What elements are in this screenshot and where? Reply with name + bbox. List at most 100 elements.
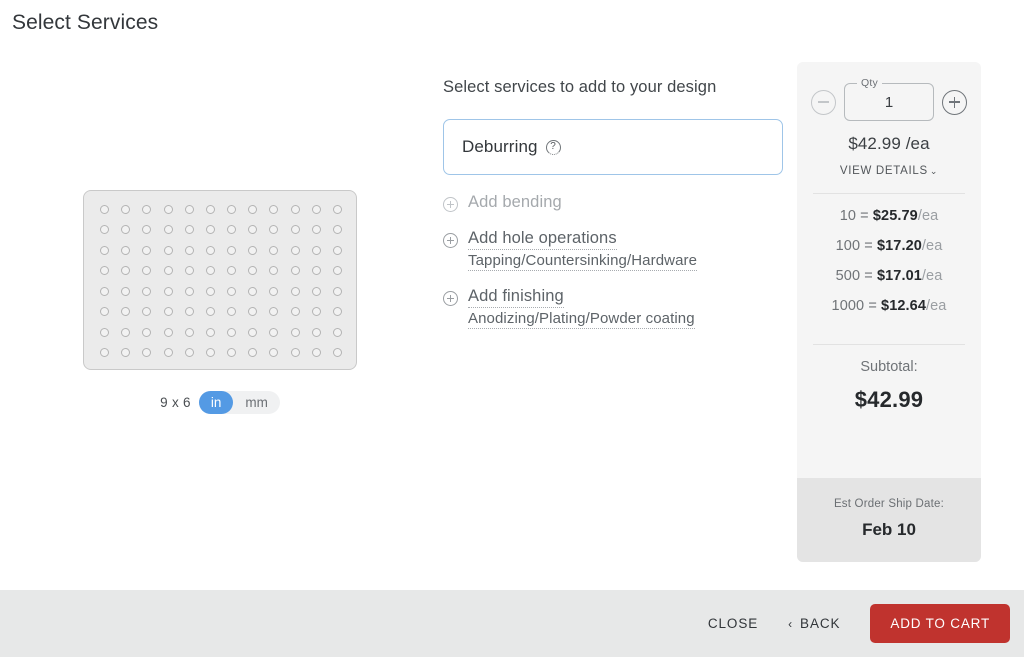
hole [142, 287, 151, 296]
hole [248, 287, 257, 296]
tier-amount: $17.20 [877, 238, 922, 254]
close-button[interactable]: CLOSE [708, 616, 758, 631]
help-circle-icon[interactable]: ? [546, 140, 561, 155]
dimensions-row: 9 x 6 in mm [0, 391, 440, 414]
quantity-field[interactable]: Qty 1 [844, 83, 934, 121]
hole [291, 225, 300, 234]
tier-quantity: 1000 [832, 298, 865, 314]
hole [312, 307, 321, 316]
hole [164, 307, 173, 316]
hole [142, 205, 151, 214]
tier-equals: = [860, 268, 877, 284]
hole [248, 205, 257, 214]
hole [291, 307, 300, 316]
hole [206, 287, 215, 296]
hole [121, 328, 130, 337]
plus-circle-icon [443, 291, 458, 306]
hole [185, 307, 194, 316]
plus-circle-icon [443, 233, 458, 248]
hole [121, 287, 130, 296]
hole [269, 287, 278, 296]
hole [312, 205, 321, 214]
price-tier-row: 10 = $25.79/ea [813, 208, 965, 224]
services-heading: Select services to add to your design [443, 78, 783, 97]
dimensions-label: 9 x 6 [160, 395, 191, 410]
hole [312, 246, 321, 255]
hole [100, 307, 109, 316]
hole [227, 287, 236, 296]
hole [333, 205, 342, 214]
add-service-texts: Add bending [468, 193, 562, 213]
tier-amount: $17.01 [877, 268, 922, 284]
hole [248, 348, 257, 357]
page-title: Select Services [12, 11, 158, 35]
hole [142, 348, 151, 357]
hole [227, 246, 236, 255]
tier-quantity: 500 [836, 268, 861, 284]
tier-amount: $25.79 [873, 208, 918, 224]
add-to-cart-button[interactable]: ADD TO CART [870, 604, 1010, 643]
tier-amount: $12.64 [881, 298, 926, 314]
add-service-finishing[interactable]: Add finishing Anodizing/Plating/Powder c… [443, 287, 783, 329]
selected-service-label: Deburring [462, 137, 538, 157]
quantity-input[interactable]: 1 [845, 84, 933, 120]
hole [333, 307, 342, 316]
ship-date-value: Feb 10 [807, 520, 971, 540]
subtotal-label: Subtotal: [797, 359, 981, 375]
hole [227, 225, 236, 234]
hole [121, 205, 130, 214]
hole [142, 328, 151, 337]
back-button[interactable]: ‹ BACK [788, 616, 840, 631]
select-services-page: Select Services 9 x 6 in mm Select servi… [0, 0, 1024, 657]
hole-grid [84, 191, 356, 369]
tier-equals: = [856, 208, 873, 224]
hole [291, 348, 300, 357]
hole [206, 348, 215, 357]
hole [206, 307, 215, 316]
hole [121, 307, 130, 316]
hole [142, 246, 151, 255]
add-service-bending[interactable]: Add bending [443, 193, 783, 213]
hole [164, 266, 173, 275]
tier-unit: /ea [918, 208, 938, 224]
hole [185, 225, 194, 234]
minus-circle-icon[interactable] [811, 90, 836, 115]
hole [333, 266, 342, 275]
hole [185, 246, 194, 255]
hole [206, 246, 215, 255]
price-tier-row: 100 = $17.20/ea [813, 238, 965, 254]
add-service-subtitle: Tapping/Countersinking/Hardware [468, 252, 697, 271]
hole [121, 225, 130, 234]
hole [312, 348, 321, 357]
hole [269, 266, 278, 275]
hole [227, 328, 236, 337]
hole [248, 246, 257, 255]
hole [312, 225, 321, 234]
part-preview: 9 x 6 in mm [0, 190, 440, 414]
hole [121, 348, 130, 357]
unit-option-in[interactable]: in [199, 391, 234, 414]
price-tier-list: 10 = $25.79/ea 100 = $17.20/ea 500 = $17… [797, 194, 981, 328]
unit-toggle: in mm [199, 391, 280, 414]
hole [142, 307, 151, 316]
hole [269, 307, 278, 316]
view-details-toggle[interactable]: VIEW DETAILS⌄ [797, 165, 981, 177]
plus-circle-icon [443, 197, 458, 212]
tier-unit: /ea [922, 268, 942, 284]
ship-date-section: Est Order Ship Date: Feb 10 [797, 478, 981, 562]
hole [333, 287, 342, 296]
add-service-title: Add finishing [468, 287, 564, 308]
hole [248, 328, 257, 337]
plus-circle-icon[interactable] [942, 90, 967, 115]
selected-service-deburring[interactable]: Deburring ? [443, 119, 783, 175]
price-tier-row: 500 = $17.01/ea [813, 268, 965, 284]
add-service-hole-operations[interactable]: Add hole operations Tapping/Countersinki… [443, 229, 783, 271]
hole [164, 287, 173, 296]
hole [185, 348, 194, 357]
hole [269, 246, 278, 255]
tier-equals: = [860, 238, 877, 254]
hole [269, 348, 278, 357]
hole [312, 287, 321, 296]
action-bar: CLOSE ‹ BACK ADD TO CART [0, 590, 1024, 657]
unit-option-mm[interactable]: mm [233, 391, 280, 414]
